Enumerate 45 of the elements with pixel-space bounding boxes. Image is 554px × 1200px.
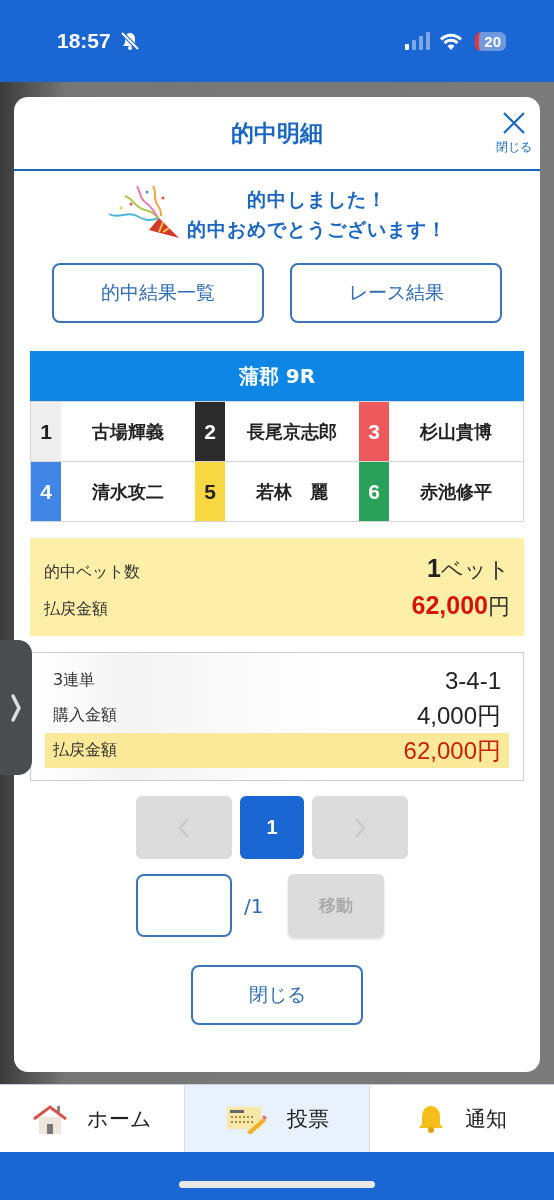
side-drawer-handle[interactable]: [0, 640, 32, 775]
close-button[interactable]: 閉じる: [494, 109, 534, 158]
page-total: /1: [244, 893, 265, 918]
clock-time: 18:57: [57, 29, 111, 53]
payout-amount: 62,000: [411, 591, 488, 620]
race-title: 蒲郡 9R: [30, 351, 524, 401]
boat-number: 4: [31, 462, 61, 521]
boat-number: 5: [195, 462, 225, 521]
payout-label: 払戻金額: [53, 740, 117, 761]
house-icon: [32, 1103, 67, 1134]
purchase-amount: 4,000円: [416, 700, 501, 731]
boat-number: 3: [359, 402, 389, 461]
congratulations-text: 的中しました！: [247, 187, 387, 212]
close-button[interactable]: 閉じる: [191, 965, 363, 1025]
combination: 3-4-1: [444, 666, 501, 695]
racer-name: 若林 麗: [255, 479, 329, 504]
link-button[interactable]: レース結果: [290, 263, 502, 323]
bet-count: 1: [427, 554, 441, 583]
boat-number: 6: [359, 462, 389, 521]
bet-unit: ベット: [441, 556, 510, 584]
boat-number: 2: [195, 402, 225, 461]
payout-label: 払戻金額: [44, 599, 108, 620]
page-input-field[interactable]: [136, 874, 232, 937]
payout-amount: 62,000円: [403, 735, 501, 766]
page-number[interactable]: 1: [240, 796, 304, 859]
muted-bell-icon: [118, 31, 141, 51]
racer-name: 古場輝義: [91, 419, 165, 444]
nav-tab[interactable]: 投票: [184, 1085, 370, 1152]
racer-name: 杉山貴博: [418, 419, 493, 444]
racer-name: 長尾京志郎: [246, 419, 338, 444]
yen-unit: 円: [488, 593, 510, 621]
close-icon: [502, 111, 526, 135]
purchase-label: 購入金額: [53, 705, 117, 726]
boat-number: 1: [31, 402, 61, 461]
bet-type: 3連単: [53, 670, 96, 691]
congratulations-text: 的中おめでとうございます！: [187, 217, 447, 242]
bet-count-label: 的中ベット数: [44, 562, 140, 583]
racer-name: 清水攻二: [91, 479, 165, 504]
battery-level: 20: [475, 31, 506, 51]
modal-title: 的中明細: [231, 118, 323, 148]
chevron-right-icon: [10, 692, 22, 723]
signal-icon: [405, 32, 432, 50]
wifi-icon: [439, 32, 464, 50]
link-button[interactable]: 的中結果一覧: [52, 263, 264, 323]
racer-name: 赤池修平: [419, 479, 493, 504]
